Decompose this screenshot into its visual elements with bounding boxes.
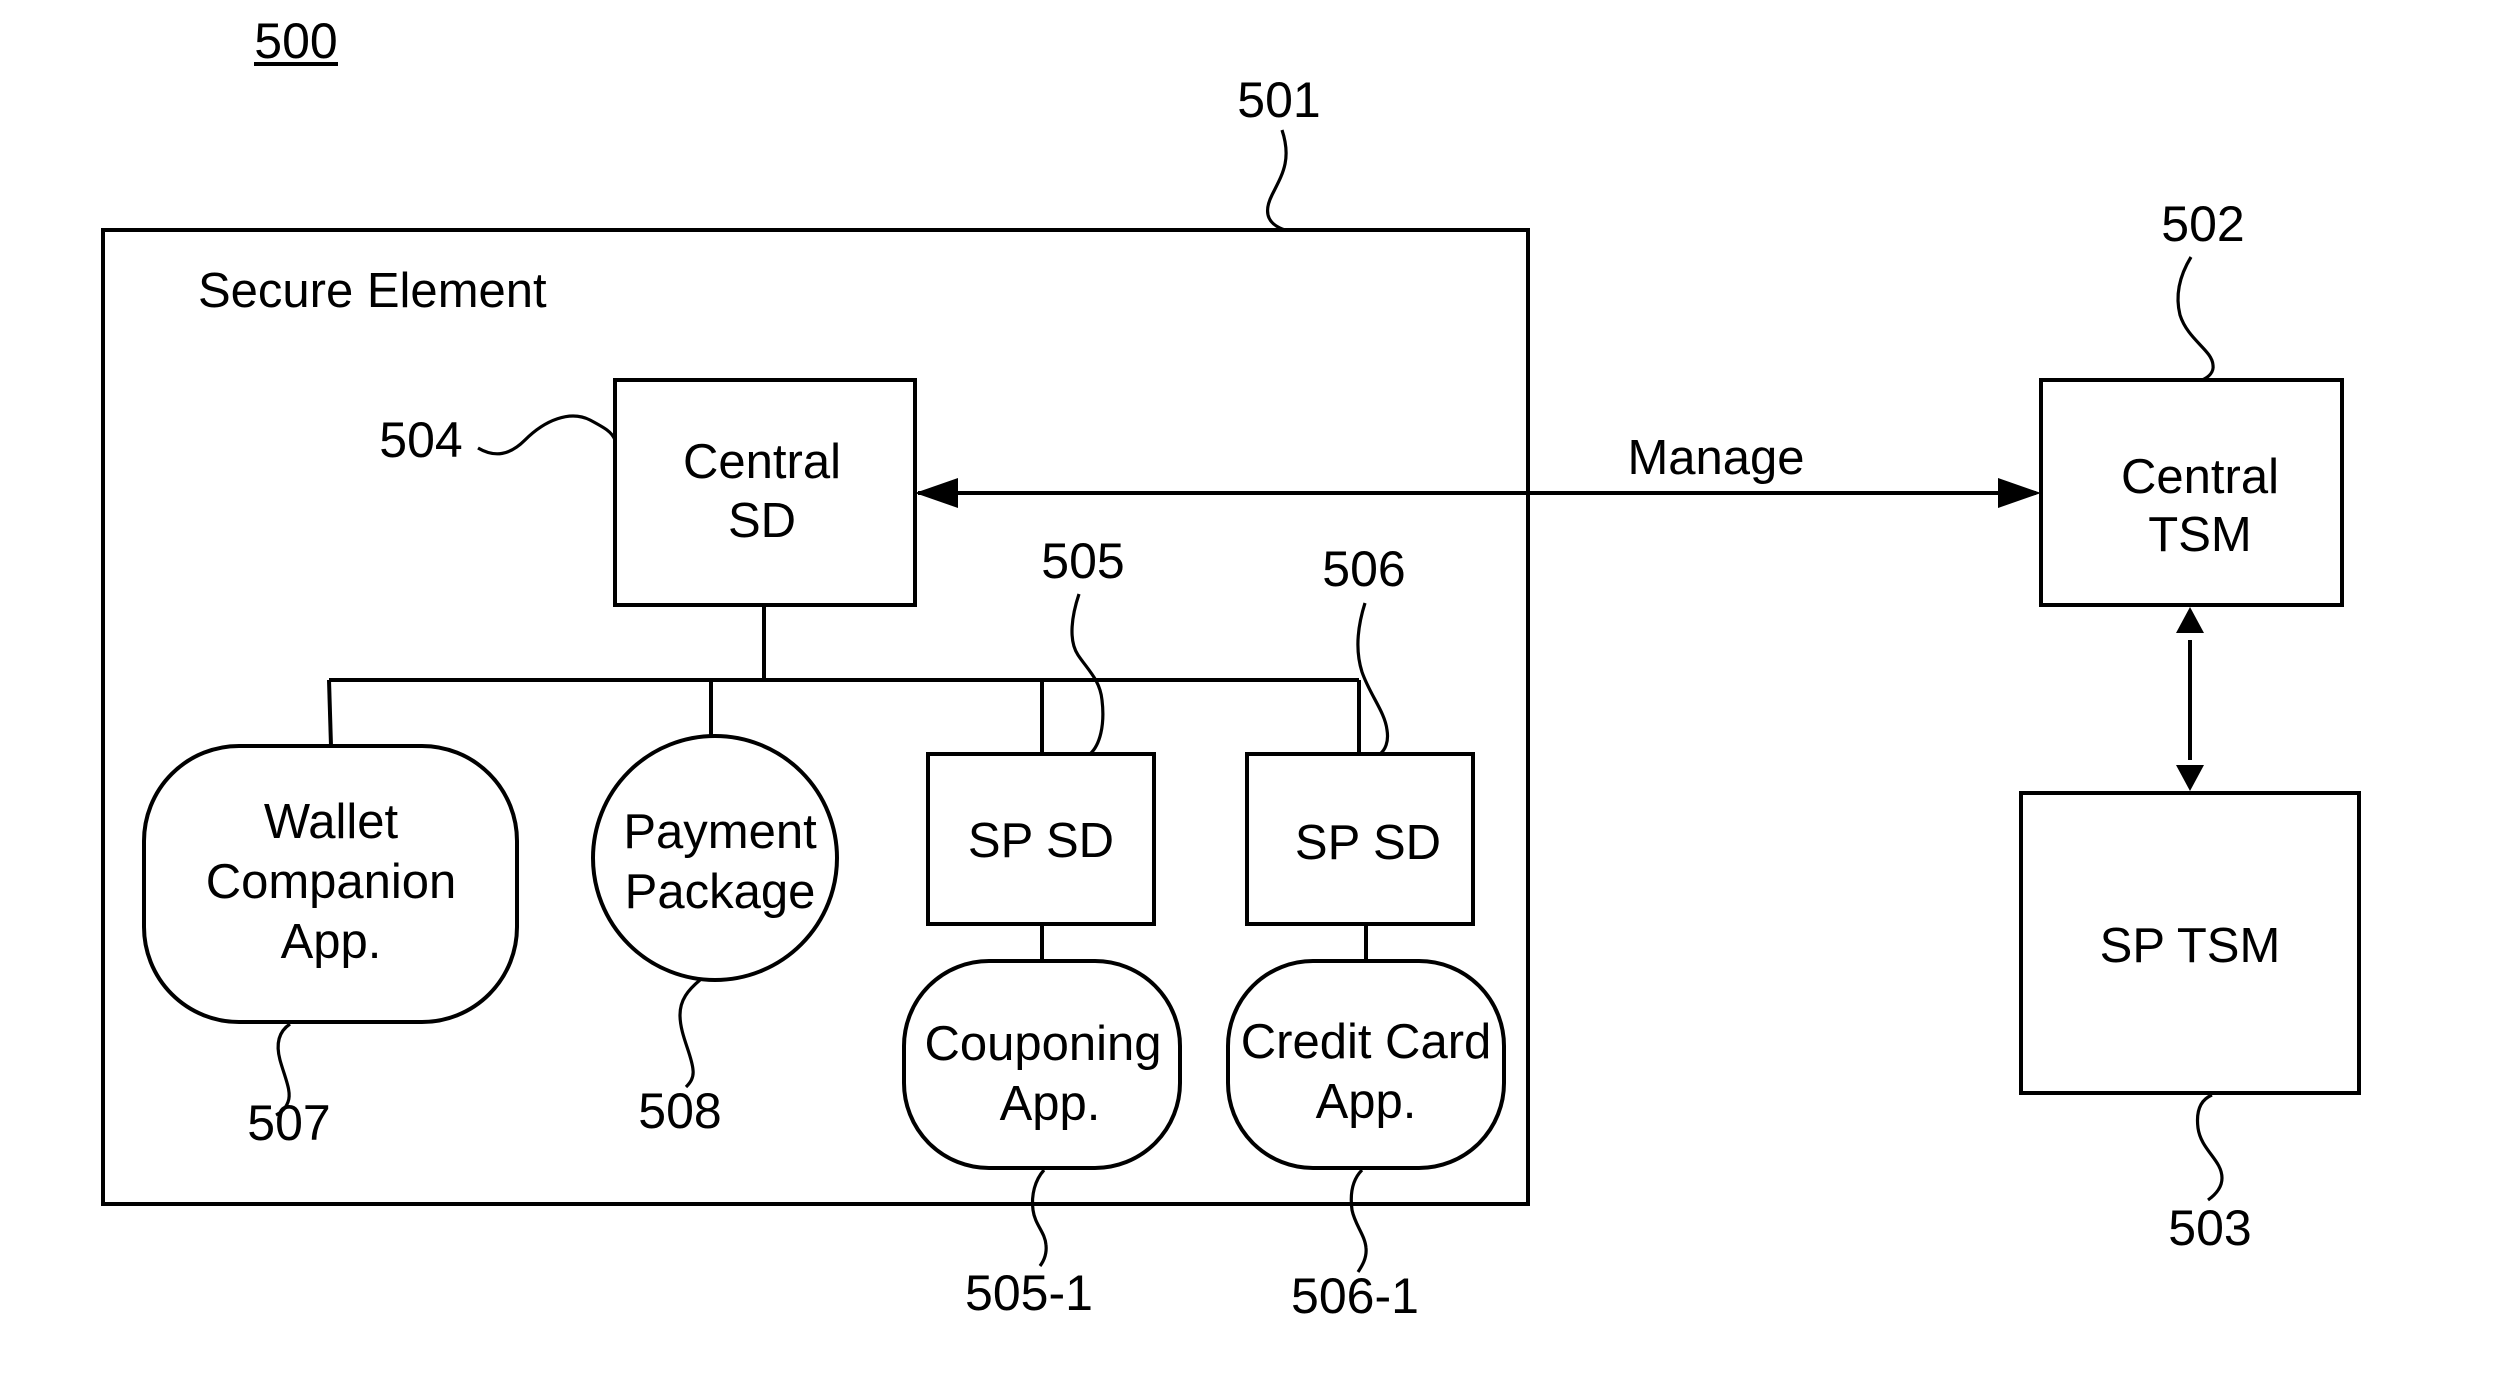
patent-figure-500: 500 Secure Element 501 Manage Central SD… [101, 13, 2361, 1324]
ref-label-507: 507 [247, 1095, 330, 1151]
tsm-link-arrowhead-down [2176, 765, 2204, 791]
connector-wallet [327, 679, 333, 747]
ref-label-504: 504 [379, 412, 462, 468]
payment-line-1: Payment [623, 805, 817, 859]
ref-label-505-1: 505-1 [965, 1265, 1093, 1321]
payment-package: Payment Package [591, 734, 839, 982]
sp-tsm-label: SP TSM [2100, 919, 2281, 973]
ref-label-508: 508 [638, 1083, 721, 1139]
sp-sd-1-label: SP SD [968, 814, 1114, 868]
payment-line-2: Package [625, 865, 816, 919]
sp-sd-2: SP SD [1245, 752, 1475, 926]
secure-element-title: Secure Element [198, 264, 547, 318]
couponing-line-2: App. [1000, 1077, 1101, 1131]
ref-label-502: 502 [2161, 196, 2244, 252]
credit-card-line-2: App. [1316, 1075, 1417, 1129]
central-sd: Central SD [613, 378, 917, 607]
leader-line-501 [1266, 129, 1288, 232]
credit-card-app: Credit Card App. [1226, 959, 1506, 1170]
sp-sd-2-label: SP SD [1295, 816, 1441, 870]
credit-card-line-1: Credit Card [1241, 1015, 1492, 1069]
central-tsm: Central TSM [2039, 378, 2344, 607]
tsm-link [2176, 607, 2204, 791]
ref-label-501: 501 [1237, 72, 1320, 128]
wallet-line-3: App. [281, 915, 382, 969]
ref-label-506-1: 506-1 [1291, 1268, 1419, 1324]
manage-arrowhead-right [1998, 478, 2041, 508]
ref-label-506: 506 [1322, 541, 1405, 597]
figure-number-text: 500 [254, 13, 337, 69]
sp-tsm: SP TSM [2019, 791, 2361, 1095]
sp-sd-1: SP SD [926, 752, 1156, 926]
wallet-line-2: Companion [206, 855, 457, 909]
central-tsm-line-2: TSM [2148, 508, 2251, 562]
wallet-line-1: Wallet [264, 795, 399, 849]
figure-number: 500 [254, 13, 338, 69]
leader-line-502 [2176, 256, 2215, 382]
wallet-companion-app: Wallet Companion App. [142, 744, 519, 1024]
couponing-line-1: Couponing [924, 1017, 1161, 1071]
central-sd-line-1: Central [683, 435, 841, 489]
leader-line-503 [2195, 1093, 2224, 1202]
couponing-app: Couponing App. [902, 959, 1182, 1170]
ref-label-503: 503 [2168, 1200, 2251, 1256]
central-sd-box [613, 378, 917, 607]
central-sd-line-2: SD [728, 494, 796, 548]
central-tsm-line-1: Central [2121, 450, 2279, 504]
manage-label: Manage [1627, 431, 1804, 485]
ref-label-505: 505 [1041, 533, 1124, 589]
tsm-link-arrowhead-up [2176, 607, 2204, 633]
